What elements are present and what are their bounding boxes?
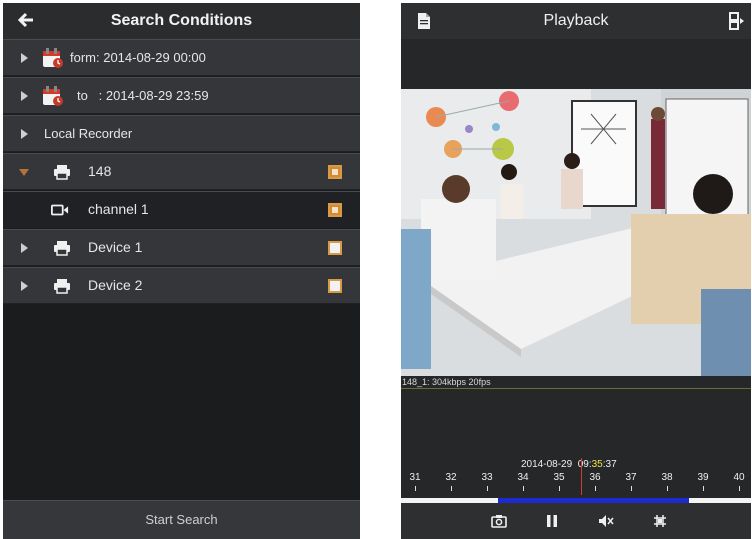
recorder-label: Local Recorder (44, 126, 133, 141)
to-date-row[interactable]: to : 2014-08-29 23:59 (3, 77, 360, 114)
expand-arrow-icon (21, 281, 28, 291)
layout-switch-icon[interactable] (729, 12, 745, 30)
timeline-tick-label: 32 (445, 472, 457, 483)
calendar-clock-icon (43, 48, 63, 68)
timeline-tick-mark (559, 486, 560, 491)
timeline-tick-label: 38 (661, 472, 673, 483)
calendar-clock-icon (43, 86, 63, 106)
video-frame[interactable] (401, 89, 751, 376)
to-date-text: to : 2014-08-29 23:59 (77, 88, 209, 103)
timeline-tick-label: 40 (733, 472, 745, 483)
timeline-tick-mark (667, 486, 668, 491)
playback-controls (401, 503, 751, 539)
device-label: 148 (88, 163, 112, 179)
timeline-tick-mark (631, 486, 632, 491)
local-recorder-row[interactable]: Local Recorder (3, 115, 360, 152)
timeline[interactable]: 2014-08-29 09:35:37 31 32 33 34 35 36 37 38 39 40 (401, 458, 751, 498)
timeline-tick-label: 35 (553, 472, 565, 483)
current-second: :37 (602, 459, 617, 470)
current-date: 2014-08-29 (521, 459, 573, 470)
timeline-tick-label: 39 (697, 472, 709, 483)
timeline-tick-mark (487, 486, 488, 491)
timeline-tick-mark (703, 486, 704, 491)
device-checkbox[interactable] (328, 279, 342, 293)
device-row-1[interactable]: Device 1 (3, 229, 360, 266)
search-header: Search Conditions (3, 3, 360, 40)
channel-checkbox[interactable] (328, 203, 342, 217)
recorder-device-icon (54, 241, 70, 256)
current-datetime: 2014-08-29 09:35:37 (521, 459, 617, 470)
device-label: Device 1 (88, 239, 143, 255)
start-search-button[interactable]: Start Search (3, 500, 360, 539)
expand-arrow-icon (21, 53, 28, 63)
timeline-tick-label: 36 (589, 472, 601, 483)
device-checkbox[interactable] (328, 241, 342, 255)
expand-arrow-icon (21, 243, 28, 253)
stream-info: 148_1: 304kbps 20fps (402, 377, 491, 387)
video-camera-icon (51, 204, 69, 216)
timeline-tick-label: 33 (481, 472, 493, 483)
playback-header: Playback (401, 3, 751, 39)
mute-icon[interactable] (598, 513, 614, 529)
from-date-text: form: 2014-08-29 00:00 (70, 50, 206, 65)
search-conditions-screen: Search Conditions form: 2014-08-29 00:00… (3, 3, 360, 539)
timeline-tick-label: 31 (409, 472, 421, 483)
pause-icon[interactable] (544, 513, 560, 529)
collapse-arrow-icon (19, 169, 29, 176)
device-label: Device 2 (88, 277, 143, 293)
video-divider (401, 388, 751, 389)
zoom-grid-icon[interactable] (652, 513, 668, 529)
channel-label: channel 1 (88, 201, 149, 217)
device-row-148[interactable]: 148 (3, 153, 360, 190)
recorder-device-icon (54, 279, 70, 294)
start-search-label: Start Search (145, 512, 218, 527)
channel-row[interactable]: channel 1 (3, 191, 360, 228)
timeline-tick-mark (523, 486, 524, 491)
timeline-tick-mark (415, 486, 416, 491)
timeline-tick-mark (595, 486, 596, 491)
playback-screen: Playback 148_1: 304kbps 20fps 2014-08-29… (401, 3, 751, 539)
timeline-tick-label: 34 (517, 472, 529, 483)
page-title: Playback (543, 12, 609, 29)
page-title: Search Conditions (110, 12, 253, 29)
timeline-tick-mark (451, 486, 452, 491)
timeline-tick-mark (739, 486, 740, 491)
expand-arrow-icon (21, 129, 28, 139)
timeline-cursor[interactable] (580, 458, 582, 495)
from-date-row[interactable]: form: 2014-08-29 00:00 (3, 39, 360, 76)
timeline-tick-label: 37 (625, 472, 637, 483)
current-minute: 35 (591, 459, 603, 470)
device-checkbox[interactable] (328, 165, 342, 179)
recorder-device-icon (54, 165, 70, 180)
expand-arrow-icon (21, 91, 28, 101)
video-image (401, 89, 751, 376)
snapshot-camera-icon[interactable] (491, 513, 507, 529)
device-row-2[interactable]: Device 2 (3, 267, 360, 304)
